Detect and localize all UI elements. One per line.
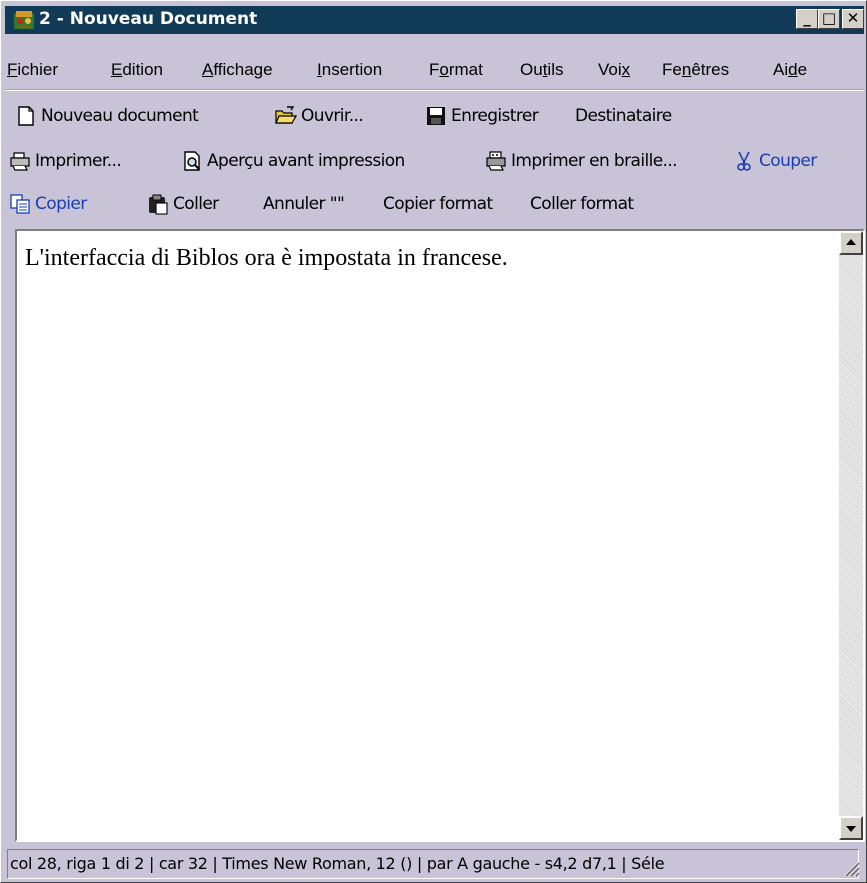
new-document-icon [18,106,34,126]
clipboard-icon [149,194,168,215]
menu-edition[interactable]: Edition [111,60,163,80]
window-title: 2 - Nouveau Document [39,9,258,29]
close-button[interactable]: ✕ [842,9,864,29]
minimize-icon: _ [803,9,811,27]
save-disk-icon [427,107,445,125]
print-button[interactable]: Imprimer... [9,146,122,176]
menu-fichier[interactable]: Fichier [7,60,58,80]
braille-printer-icon [486,151,506,171]
close-icon: ✕ [846,9,860,27]
undo-button[interactable]: Annuler "" [263,189,345,219]
scroll-down-button[interactable] [839,816,863,840]
scissors-icon [737,151,751,171]
minimize-button[interactable]: _ [796,9,818,29]
document-editor[interactable]: L'interfaccia di Biblos ora è impostata … [15,229,865,842]
paste-format-button[interactable]: Coller format [530,189,634,219]
menu-format[interactable]: Format [429,60,483,80]
print-preview-icon [184,151,200,171]
scroll-up-button[interactable] [839,231,863,255]
scroll-up-arrow-icon [846,239,856,245]
status-bar: col 28, riga 1 di 2 | car 32 | Times New… [5,847,864,881]
scroll-down-arrow-icon [846,826,856,832]
print-braille-button[interactable]: Imprimer en braille... [485,146,678,176]
vertical-scrollbar[interactable] [839,231,863,840]
save-button[interactable]: Enregistrer [425,101,539,131]
maximize-icon: □ [821,9,837,27]
status-text: col 28, riga 1 di 2 | car 32 | Times New… [7,849,859,879]
paste-button[interactable]: Coller [147,189,219,219]
print-preview-button[interactable]: Aperçu avant impression [181,146,405,176]
menu-insertion[interactable]: Insertion [317,60,382,80]
menu-outils[interactable]: Outils [520,60,563,80]
copy-button[interactable]: Copier [9,189,87,219]
open-folder-icon [275,106,297,124]
copy-icon [10,194,30,214]
menu-separator-highlight [5,90,864,91]
application-window: 2 - Nouveau Document _ □ ✕ Fichier Editi… [0,0,867,883]
menu-aide[interactable]: Aide [773,60,807,80]
open-button[interactable]: Ouvrir... [275,101,364,131]
resize-grip-icon[interactable] [840,857,860,877]
printer-icon [10,152,30,171]
menu-fenetres[interactable]: Fenêtres [662,60,729,80]
document-text[interactable]: L'interfaccia di Biblos ora è impostata … [25,245,508,272]
app-icon [14,11,34,29]
title-bar[interactable]: 2 - Nouveau Document _ □ ✕ [5,6,864,34]
maximize-button[interactable]: □ [818,9,840,29]
new-document-button[interactable]: Nouveau document [15,101,199,131]
recipient-button[interactable]: Destinataire [575,101,672,131]
cut-button[interactable]: Couper [733,146,817,176]
copy-format-button[interactable]: Copier format [383,189,493,219]
menu-affichage[interactable]: Affichage [202,60,273,80]
menu-voix[interactable]: Voix [598,60,630,80]
